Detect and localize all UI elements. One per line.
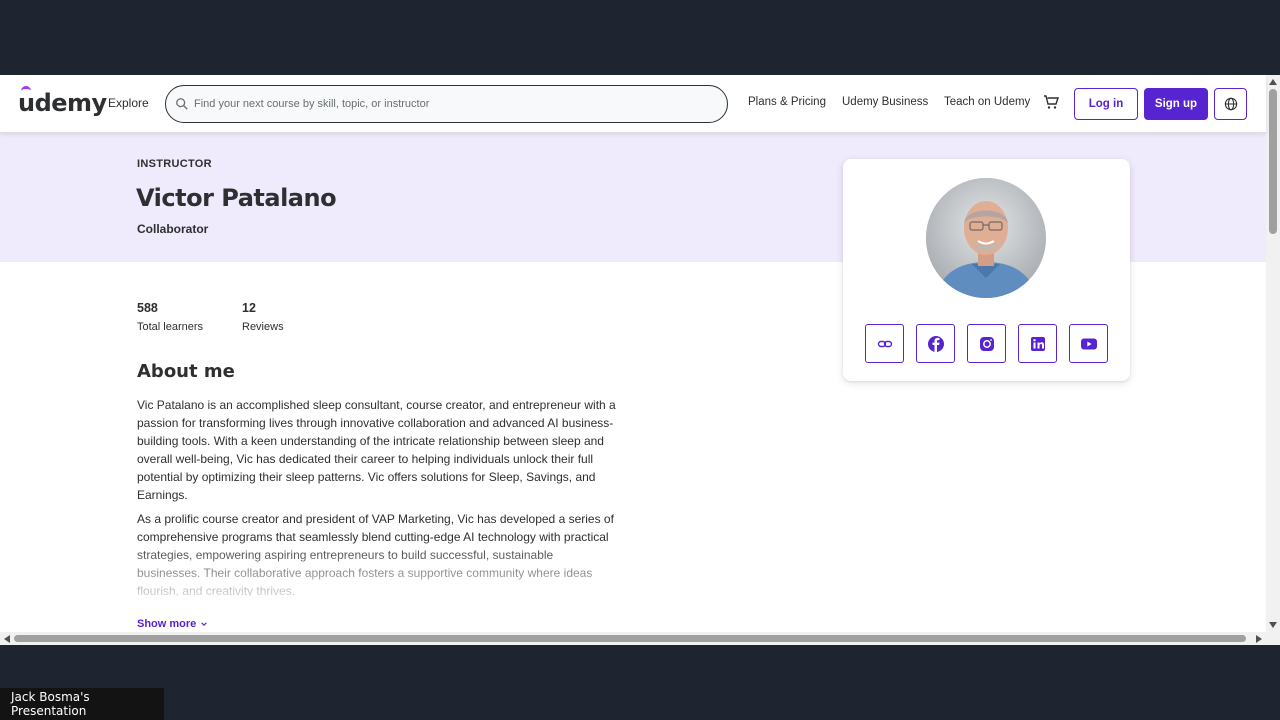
signup-button[interactable]: Sign up — [1144, 88, 1208, 120]
nav-udemy-business[interactable]: Udemy Business — [842, 96, 928, 108]
about-title: About me — [137, 361, 235, 382]
youtube-icon — [1080, 338, 1097, 349]
link-icon — [877, 340, 892, 347]
nav-plans-pricing[interactable]: Plans & Pricing — [748, 96, 826, 108]
stat-reviews-label: Reviews — [242, 321, 284, 333]
scroll-left-arrow-icon[interactable] — [4, 635, 10, 643]
search-bar[interactable] — [165, 85, 728, 123]
explore-menu[interactable]: Explore — [108, 96, 149, 110]
stat-learners-label: Total learners — [137, 321, 204, 333]
about-paragraph-1: Vic Patalano is an accomplished sleep co… — [137, 398, 616, 502]
avatar-image — [926, 178, 1046, 298]
social-facebook-button[interactable] — [916, 324, 955, 363]
social-link-button[interactable] — [865, 324, 904, 363]
browser-viewport: udemy Explore Plans & Pricing Udemy Busi… — [0, 75, 1280, 645]
instructor-name: Victor Patalano — [136, 184, 337, 212]
vertical-scrollbar[interactable] — [1266, 75, 1280, 645]
login-button[interactable]: Log in — [1074, 88, 1138, 120]
social-linkedin-button[interactable] — [1018, 324, 1057, 363]
site-header: udemy Explore Plans & Pricing Udemy Busi… — [0, 75, 1266, 133]
linkedin-icon — [1030, 336, 1045, 351]
instagram-icon — [979, 336, 994, 351]
nav-teach-on-udemy[interactable]: Teach on Udemy — [944, 96, 1030, 108]
show-more-label: Show more — [137, 618, 197, 630]
profile-card — [843, 159, 1130, 381]
instructor-label: INSTRUCTOR — [137, 158, 212, 170]
search-icon — [176, 98, 188, 110]
facebook-icon — [927, 335, 944, 352]
cart-icon[interactable] — [1043, 94, 1059, 110]
show-more-button[interactable]: Show more — [137, 618, 208, 630]
stat-learners-value: 588 — [137, 301, 158, 315]
horizontal-scroll-thumb[interactable] — [14, 635, 1246, 642]
stat-reviews-value: 12 — [242, 301, 256, 315]
instructor-role: Collaborator — [137, 222, 209, 236]
scroll-right-arrow-icon[interactable] — [1256, 635, 1262, 643]
language-button[interactable] — [1214, 88, 1247, 120]
text-fade-overlay — [137, 540, 617, 600]
vertical-scroll-thumb[interactable] — [1269, 89, 1277, 234]
social-youtube-button[interactable] — [1069, 324, 1108, 363]
avatar — [926, 178, 1046, 298]
udemy-logo[interactable]: udemy — [18, 86, 107, 117]
logo-text: udemy — [18, 89, 107, 117]
horizontal-scrollbar[interactable] — [0, 632, 1266, 645]
scroll-down-arrow-icon[interactable] — [1269, 622, 1277, 628]
search-input[interactable] — [194, 94, 714, 114]
logo-accent-icon — [21, 86, 31, 92]
social-instagram-button[interactable] — [967, 324, 1006, 363]
scroll-up-arrow-icon[interactable] — [1269, 79, 1277, 85]
presenter-caption: Jack Bosma's Presentation — [0, 688, 164, 720]
chevron-down-icon — [201, 622, 208, 626]
globe-icon — [1224, 97, 1237, 111]
